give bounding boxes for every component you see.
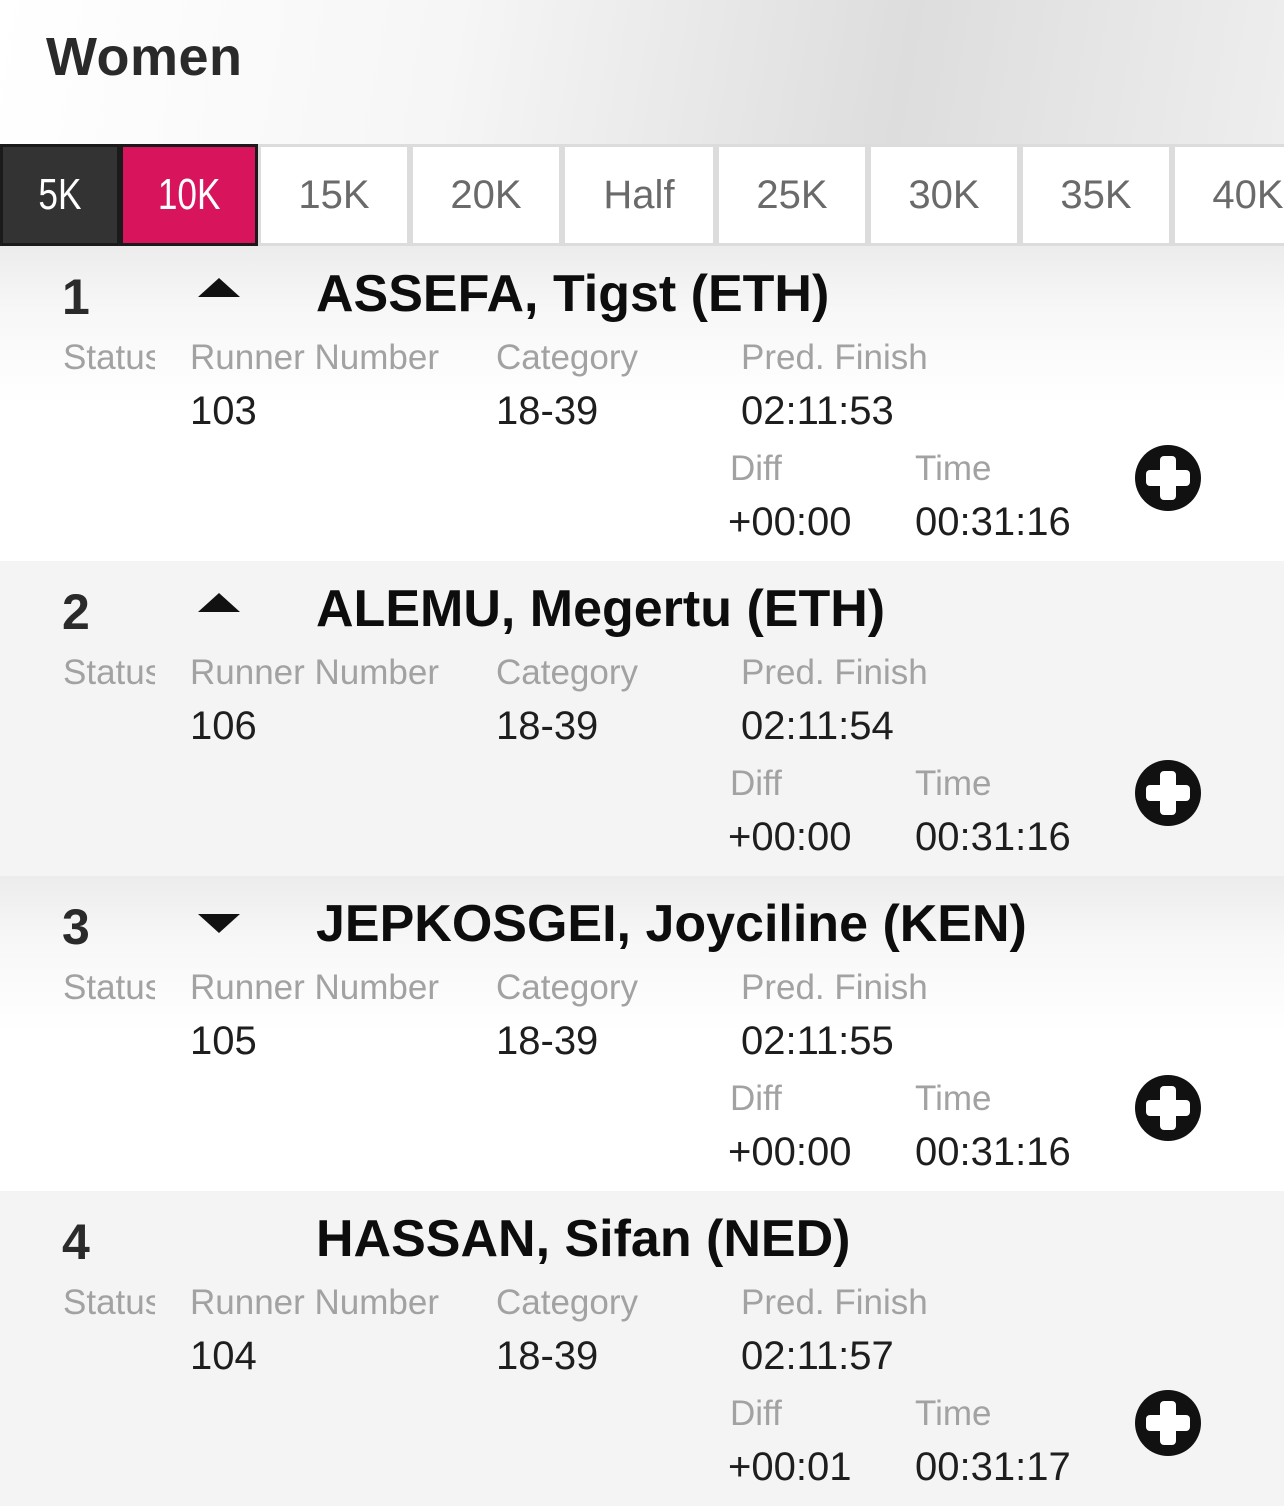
status-label: Status	[63, 653, 155, 692]
tab-20k[interactable]: 20K	[410, 144, 562, 246]
tab-35k-label: 35K	[1060, 172, 1132, 217]
runner-number: 104	[190, 1334, 257, 1378]
tab-25k-label: 25K	[756, 172, 828, 217]
runner-number-label: Runner Number	[190, 1283, 439, 1322]
leaderboard: 1 ASSEFA, Tigst (ETH) Status Runner Numb…	[0, 246, 1284, 1506]
time-label: Time	[915, 449, 992, 488]
pred-finish-label: Pred. Finish	[741, 968, 928, 1007]
diff: +00:01	[728, 1445, 852, 1489]
pred-finish-label: Pred. Finish	[741, 1283, 928, 1322]
pred-finish: 02:11:54	[741, 704, 894, 748]
time-label: Time	[915, 764, 992, 803]
tab-40k-label: 40K	[1212, 172, 1284, 217]
tab-25k[interactable]: 25K	[716, 144, 868, 246]
plus-circle-icon[interactable]	[1135, 1075, 1201, 1141]
tab-10k-label: 10K	[157, 170, 221, 219]
runner-number-label: Runner Number	[190, 338, 439, 377]
status-label: Status	[63, 968, 155, 1007]
tab-half[interactable]: Half	[562, 144, 716, 246]
runner-name: JEPKOSGEI, Joyciline (KEN)	[316, 895, 1027, 953]
pred-finish: 02:11:53	[741, 389, 894, 433]
runner-row[interactable]: 3 JEPKOSGEI, Joyciline (KEN) Status Runn…	[0, 876, 1284, 1191]
diff-label: Diff	[730, 1394, 782, 1433]
diff: +00:00	[728, 500, 852, 544]
tab-15k-label: 15K	[298, 172, 370, 217]
runner-number-label: Runner Number	[190, 653, 439, 692]
time-label: Time	[915, 1394, 992, 1433]
category-label: Category	[496, 338, 639, 377]
rank: 2	[62, 584, 90, 640]
plus-circle-icon[interactable]	[1135, 445, 1201, 511]
split-time: 00:31:16	[915, 815, 1071, 859]
status-label: Status	[63, 338, 155, 377]
category: 18-39	[496, 1334, 599, 1378]
runner-row[interactable]: 1 ASSEFA, Tigst (ETH) Status Runner Numb…	[0, 246, 1284, 561]
runner-name: HASSAN, Sifan (NED)	[316, 1210, 851, 1268]
diff-label: Diff	[730, 764, 782, 803]
runner-number-label: Runner Number	[190, 968, 439, 1007]
header: Women	[0, 0, 1284, 144]
tab-30k-label: 30K	[908, 172, 980, 217]
runner-row[interactable]: 2 ALEMU, Megertu (ETH) Status Runner Num…	[0, 561, 1284, 876]
tab-30k[interactable]: 30K	[868, 144, 1020, 246]
position-up-icon	[198, 593, 240, 612]
diff: +00:00	[728, 1130, 852, 1174]
position-up-icon	[198, 278, 240, 297]
category: 18-39	[496, 389, 599, 433]
pred-finish-label: Pred. Finish	[741, 653, 928, 692]
pred-finish: 02:11:57	[741, 1334, 894, 1378]
tab-10k[interactable]: 10K	[120, 144, 258, 246]
split-time: 00:31:17	[915, 1445, 1071, 1489]
runner-number: 105	[190, 1019, 257, 1063]
tab-15k[interactable]: 15K	[258, 144, 410, 246]
time-label: Time	[915, 1079, 992, 1118]
status-label: Status	[63, 1283, 155, 1322]
page-title: Women	[46, 27, 243, 87]
category-label: Category	[496, 653, 639, 692]
diff-label: Diff	[730, 1079, 782, 1118]
category-label: Category	[496, 968, 639, 1007]
tab-40k[interactable]: 40K	[1172, 144, 1284, 246]
tab-35k[interactable]: 35K	[1020, 144, 1172, 246]
category: 18-39	[496, 704, 599, 748]
plus-circle-icon[interactable]	[1135, 1390, 1201, 1456]
position-down-icon	[198, 914, 240, 933]
split-time: 00:31:16	[915, 500, 1071, 544]
runner-row[interactable]: 4 HASSAN, Sifan (NED) Status Runner Numb…	[0, 1191, 1284, 1506]
diff: +00:00	[728, 815, 852, 859]
rank: 4	[62, 1214, 90, 1270]
runner-number: 106	[190, 704, 257, 748]
pred-finish: 02:11:55	[741, 1019, 894, 1063]
tab-5k-label: 5K	[38, 170, 82, 219]
category-label: Category	[496, 1283, 639, 1322]
rank: 3	[62, 899, 90, 955]
split-time: 00:31:16	[915, 1130, 1071, 1174]
tab-5k[interactable]: 5K	[0, 144, 120, 246]
runner-name: ALEMU, Megertu (ETH)	[316, 580, 886, 638]
runner-name: ASSEFA, Tigst (ETH)	[316, 265, 830, 323]
runner-number: 103	[190, 389, 257, 433]
diff-label: Diff	[730, 449, 782, 488]
split-tabs: 5K 10K 15K 20K Half 25K 30K 35K 40K	[0, 144, 1284, 246]
pred-finish-label: Pred. Finish	[741, 338, 928, 377]
rank: 1	[62, 269, 90, 325]
category: 18-39	[496, 1019, 599, 1063]
tab-20k-label: 20K	[450, 172, 522, 217]
plus-circle-icon[interactable]	[1135, 760, 1201, 826]
tab-half-label: Half	[603, 172, 675, 217]
